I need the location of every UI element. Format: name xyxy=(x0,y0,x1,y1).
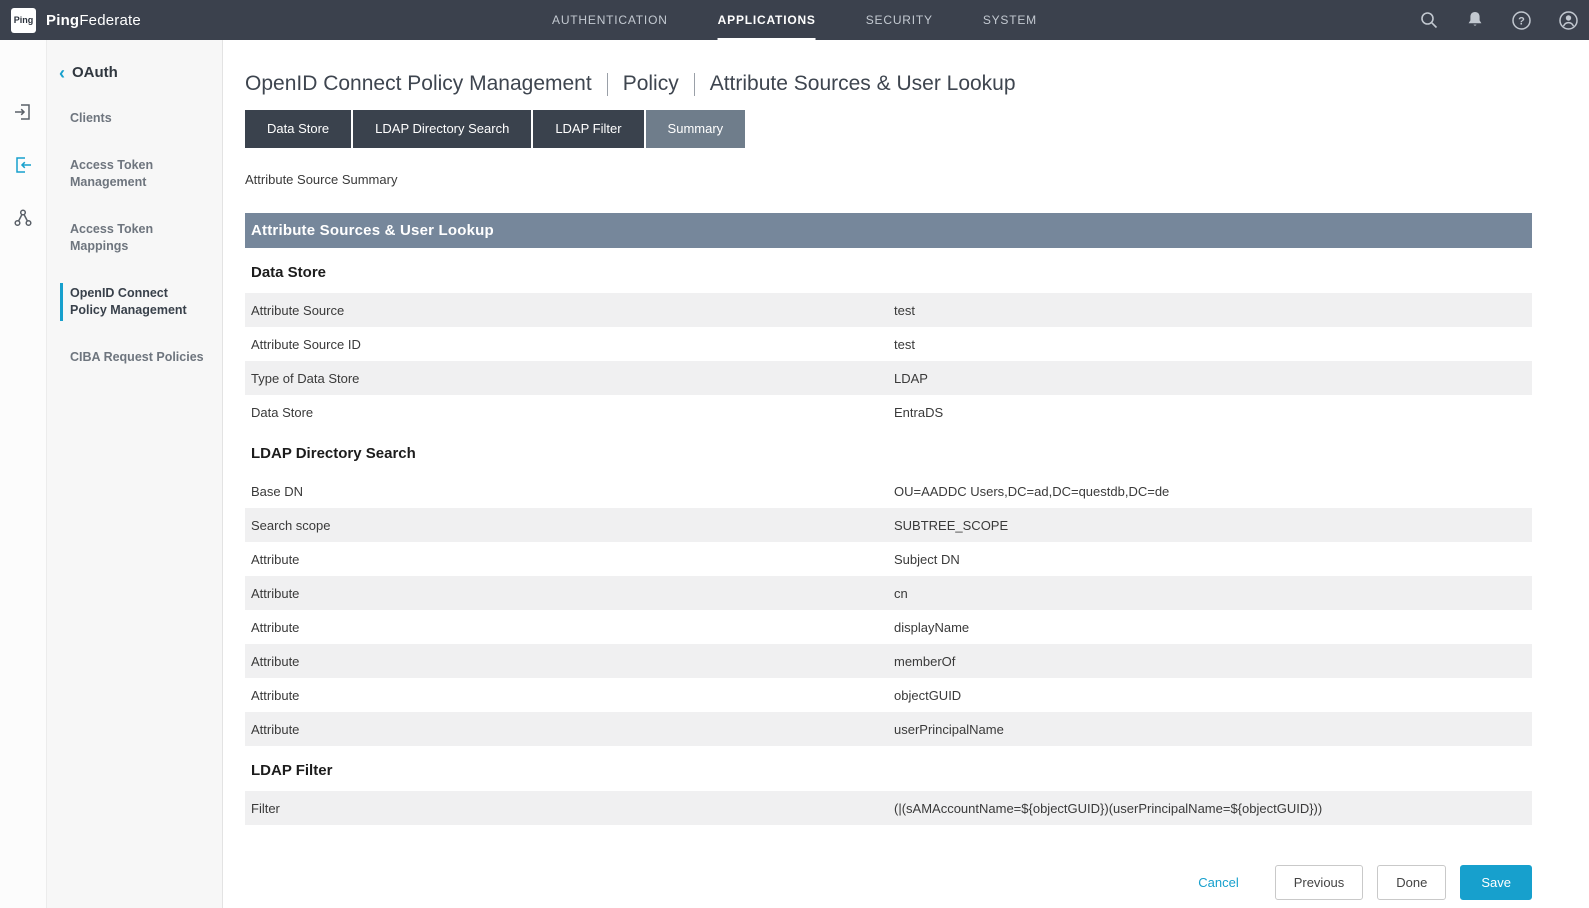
row-value: memberOf xyxy=(894,654,1532,669)
row-label: Attribute xyxy=(245,552,894,567)
summary-row: AttributeobjectGUID xyxy=(245,678,1532,712)
cancel-link[interactable]: Cancel xyxy=(1198,875,1238,890)
tab-data-store[interactable]: Data Store xyxy=(245,110,351,148)
main-content: OpenID Connect Policy Management Policy At… xyxy=(223,40,1589,908)
sidebar-back-oauth[interactable]: ‹ OAuth xyxy=(47,40,222,95)
section-heading: LDAP Filter xyxy=(251,759,1532,783)
ping-logo: Ping xyxy=(11,8,36,33)
breadcrumb-divider xyxy=(694,73,695,96)
row-value: test xyxy=(894,337,1532,352)
nav-system[interactable]: SYSTEM xyxy=(983,0,1037,40)
row-label: Attribute Source ID xyxy=(245,337,894,352)
sidebar-item-clients[interactable]: Clients xyxy=(47,95,222,142)
top-bar: Ping PingFederate AUTHENTICATIONAPPLICAT… xyxy=(0,0,1589,40)
summary-row: Data StoreEntraDS xyxy=(245,395,1532,429)
tab-ldap-directory-search[interactable]: LDAP Directory Search xyxy=(353,110,531,148)
summary-row: AttributeSubject DN xyxy=(245,542,1532,576)
row-value: OU=AADDC Users,DC=ad,DC=questdb,DC=de xyxy=(894,484,1532,499)
brand-title: PingFederate xyxy=(46,12,141,29)
row-label: Attribute Source xyxy=(245,303,894,318)
row-value: userPrincipalName xyxy=(894,722,1532,737)
row-label: Base DN xyxy=(245,484,894,499)
summary-row: Filter(|(sAMAccountName=${objectGUID})(u… xyxy=(245,791,1532,825)
nav-authentication[interactable]: AUTHENTICATION xyxy=(552,0,668,40)
row-label: Data Store xyxy=(245,405,894,420)
panel-header: Attribute Sources & User Lookup xyxy=(245,213,1532,248)
summary-row: AttributedisplayName xyxy=(245,610,1532,644)
row-value: Subject DN xyxy=(894,552,1532,567)
chevron-left-icon: ‹ xyxy=(59,66,65,80)
sidebar-items: ClientsAccess Token ManagementAccess Tok… xyxy=(47,95,222,381)
summary-row: AttributememberOf xyxy=(245,644,1532,678)
sidebar-item-ciba-request-policies[interactable]: CIBA Request Policies xyxy=(47,334,222,381)
connections-icon[interactable] xyxy=(13,208,33,228)
brand-rest: Federate xyxy=(79,12,141,29)
nav-applications[interactable]: APPLICATIONS xyxy=(718,0,816,40)
previous-button[interactable]: Previous xyxy=(1275,865,1364,900)
summary-row: Attribute Sourcetest xyxy=(245,293,1532,327)
row-value: cn xyxy=(894,586,1532,601)
row-value: displayName xyxy=(894,620,1532,635)
row-value: test xyxy=(894,303,1532,318)
breadcrumb-segment: OpenID Connect Policy Management xyxy=(245,72,592,96)
done-button[interactable]: Done xyxy=(1377,865,1446,900)
row-label: Filter xyxy=(245,801,894,816)
top-icons: ? xyxy=(1419,10,1579,31)
help-icon[interactable]: ? xyxy=(1511,10,1532,31)
sidebar-item-access-token-mappings[interactable]: Access Token Mappings xyxy=(47,206,222,270)
tab-ldap-filter[interactable]: LDAP Filter xyxy=(533,110,643,148)
summary-sections: Data StoreAttribute SourcetestAttribute … xyxy=(245,261,1532,825)
row-value: SUBTREE_SCOPE xyxy=(894,518,1532,533)
summary-row: Attributecn xyxy=(245,576,1532,610)
summary-row: Search scopeSUBTREE_SCOPE xyxy=(245,508,1532,542)
sidebar-item-openid-connect-policy-management[interactable]: OpenID Connect Policy Management xyxy=(47,270,222,334)
tab-bar: Data StoreLDAP Directory SearchLDAP Filt… xyxy=(245,110,1532,148)
row-label: Attribute xyxy=(245,620,894,635)
row-label: Type of Data Store xyxy=(245,371,894,386)
summary-label: Attribute Source Summary xyxy=(245,172,1532,187)
tab-summary[interactable]: Summary xyxy=(646,110,746,148)
sidebar-back-label: OAuth xyxy=(72,64,118,81)
section-heading: LDAP Directory Search xyxy=(251,442,1532,466)
integration-icon[interactable] xyxy=(13,102,33,122)
sidebar-item-access-token-management[interactable]: Access Token Management xyxy=(47,142,222,206)
footer-actions: Cancel Previous Done Save xyxy=(245,865,1532,908)
row-label: Search scope xyxy=(245,518,894,533)
section-heading: Data Store xyxy=(251,261,1532,285)
summary-row: Base DNOU=AADDC Users,DC=ad,DC=questdb,D… xyxy=(245,474,1532,508)
row-label: Attribute xyxy=(245,586,894,601)
row-value: LDAP xyxy=(894,371,1532,386)
nav-security[interactable]: SECURITY xyxy=(866,0,933,40)
svg-text:?: ? xyxy=(1518,15,1525,27)
top-nav: AUTHENTICATION APPLICATIONS SECURITY SYSTEM xyxy=(552,0,1037,40)
row-label: Attribute xyxy=(245,722,894,737)
brand-bold: Ping xyxy=(46,12,79,29)
save-button[interactable]: Save xyxy=(1460,865,1532,900)
oauth-icon[interactable] xyxy=(13,155,33,175)
row-label: Attribute xyxy=(245,654,894,669)
summary-row: Type of Data StoreLDAP xyxy=(245,361,1532,395)
icon-rail xyxy=(0,40,47,908)
breadcrumb-divider xyxy=(607,73,608,96)
sidebar: ‹ OAuth ClientsAccess Token ManagementAc… xyxy=(47,40,223,908)
account-icon[interactable] xyxy=(1558,10,1579,31)
row-value: objectGUID xyxy=(894,688,1532,703)
breadcrumb-segment: Policy xyxy=(623,72,679,96)
summary-row: AttributeuserPrincipalName xyxy=(245,712,1532,746)
breadcrumb-segment: Attribute Sources & User Lookup xyxy=(710,72,1016,96)
app-body: ‹ OAuth ClientsAccess Token ManagementAc… xyxy=(0,40,1589,908)
page-title: OpenID Connect Policy Management Policy At… xyxy=(245,72,1532,96)
row-label: Attribute xyxy=(245,688,894,703)
row-value: EntraDS xyxy=(894,405,1532,420)
notifications-icon[interactable] xyxy=(1465,10,1485,30)
summary-row: Attribute Source IDtest xyxy=(245,327,1532,361)
search-icon[interactable] xyxy=(1419,10,1439,30)
row-value: (|(sAMAccountName=${objectGUID})(userPri… xyxy=(894,801,1532,816)
